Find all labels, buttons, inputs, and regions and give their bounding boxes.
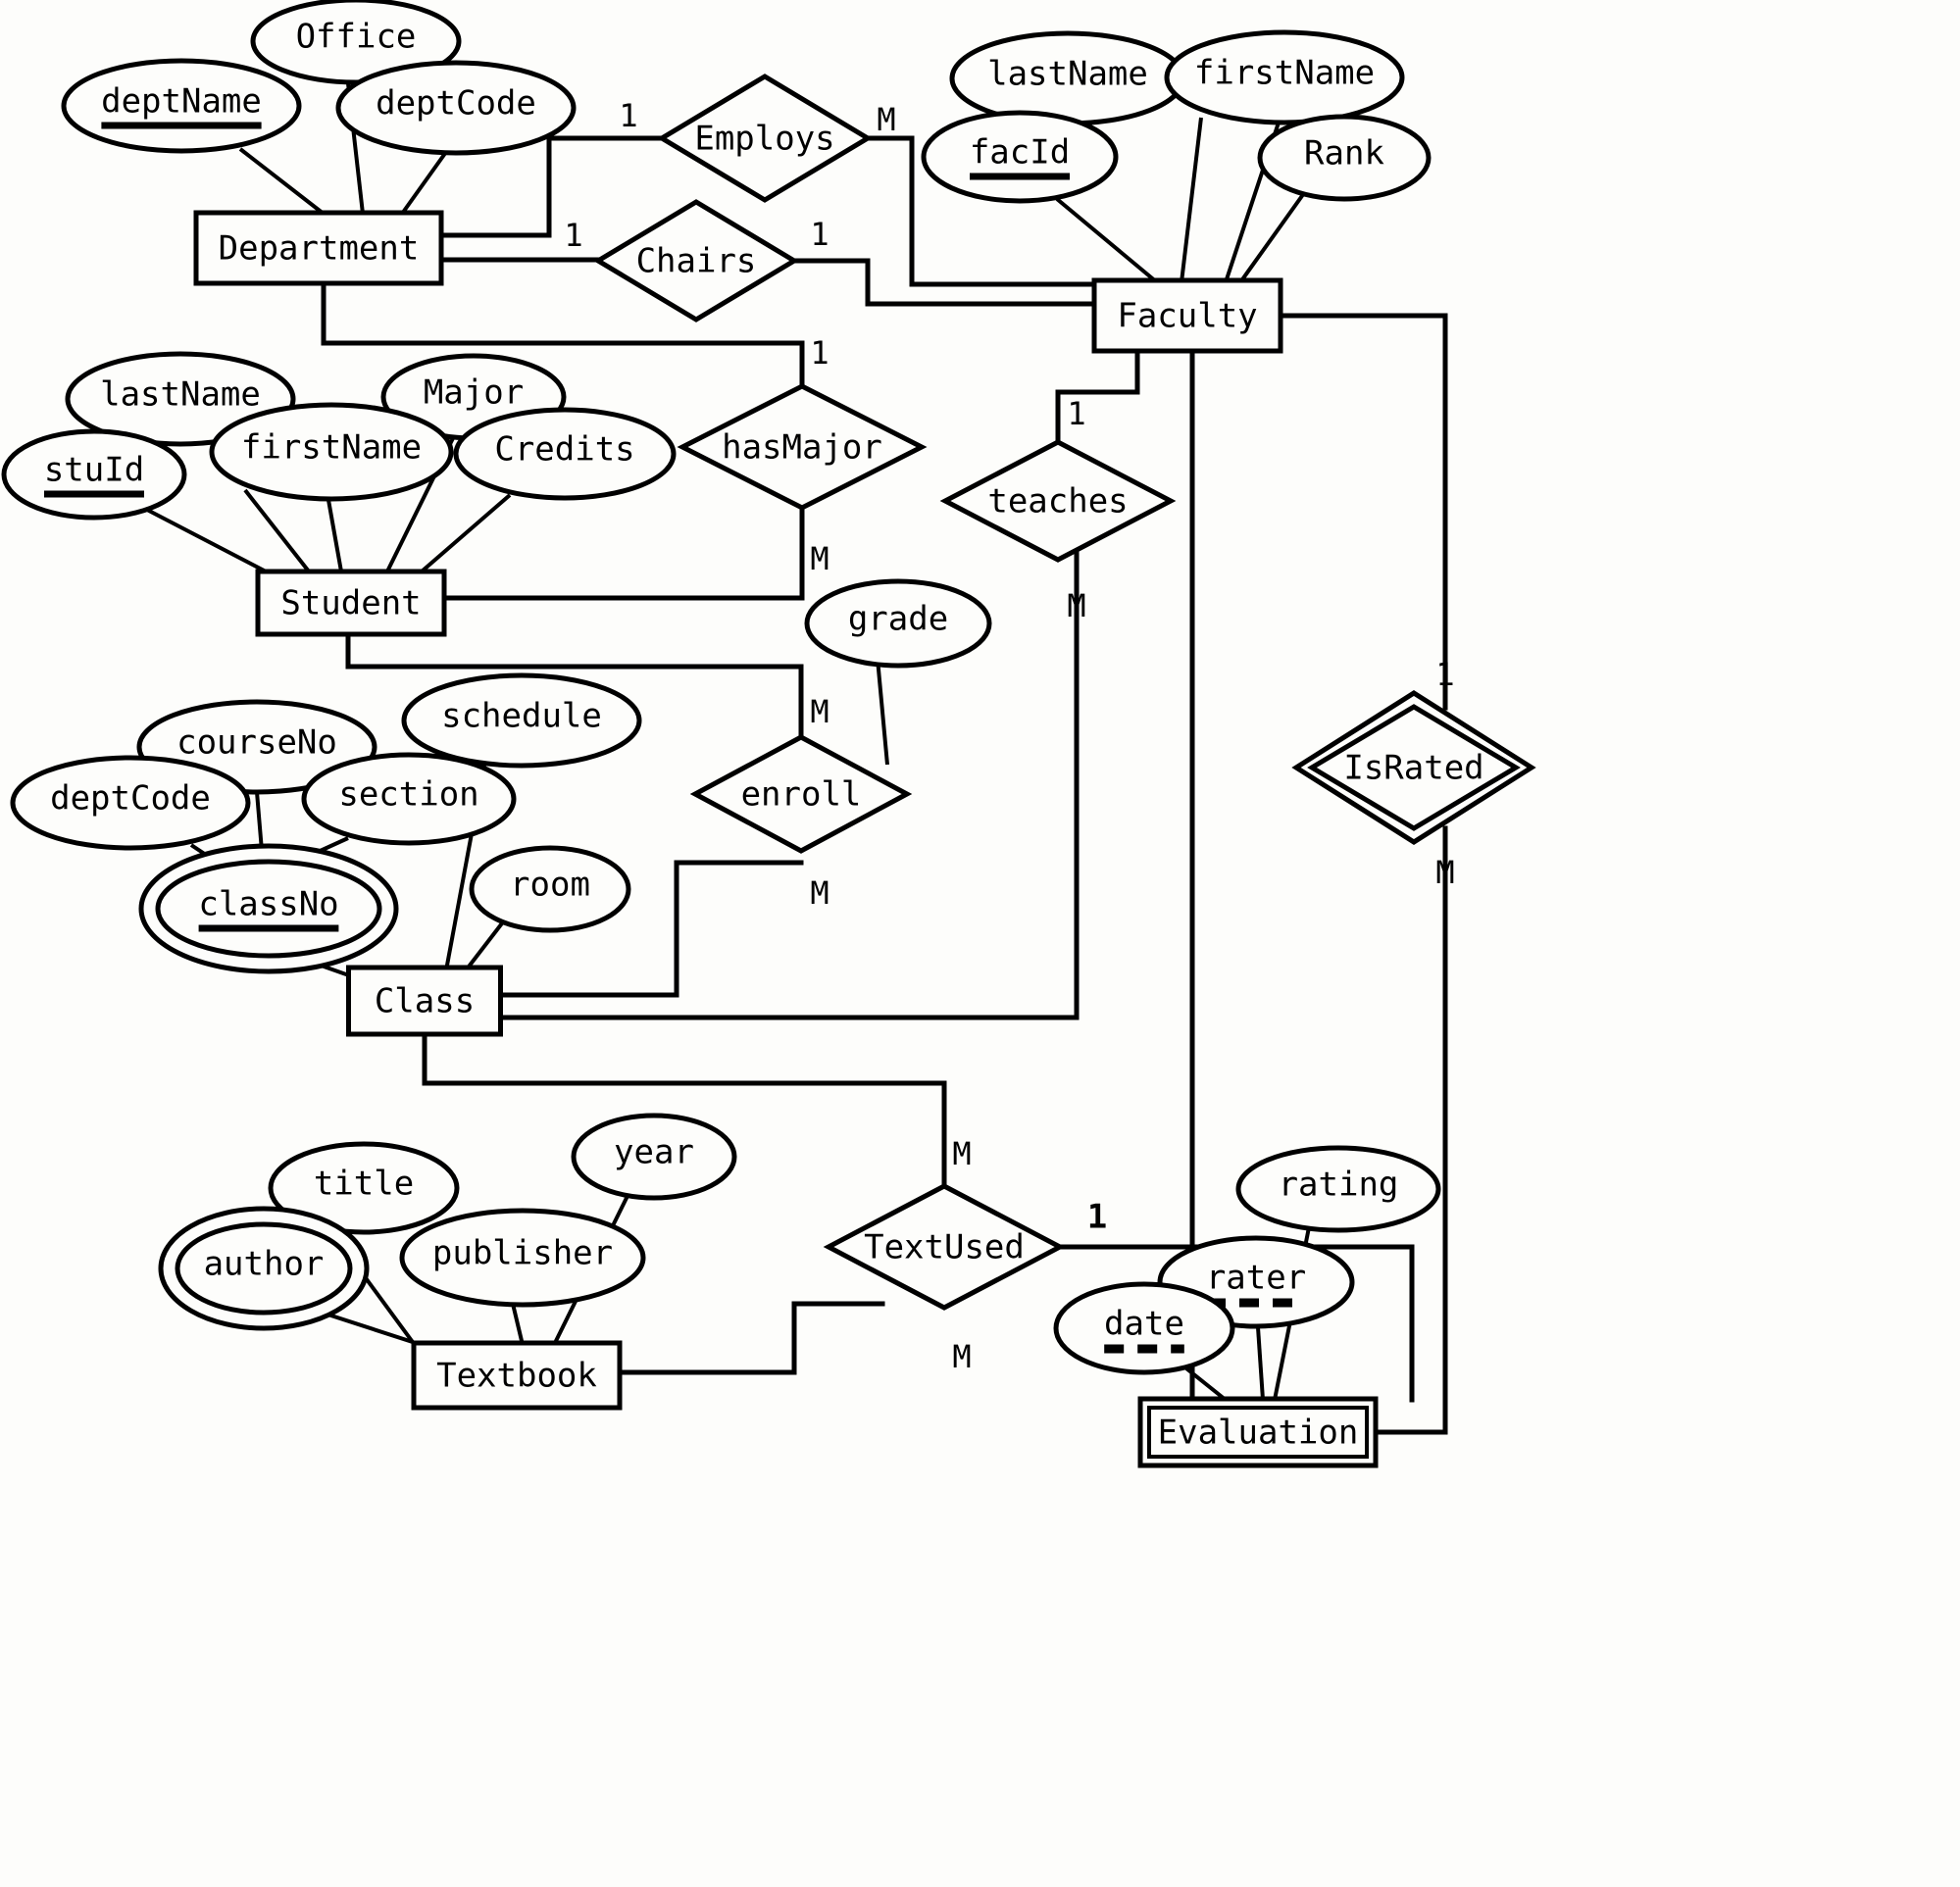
attribute-label: rater	[1206, 1259, 1306, 1298]
attribute-label: date	[1104, 1305, 1184, 1344]
relationship-israted[interactable]: IsRated	[1291, 690, 1536, 845]
relationship-label: enroll	[741, 775, 862, 815]
er-diagram-canvas: Department deptName Office deptCode Faculty l…	[0, 0, 1960, 1887]
cardinality-label: 1	[1067, 395, 1085, 432]
attribute-label: grade	[848, 600, 948, 639]
attribute-label: firstName	[1194, 54, 1375, 93]
entity-label: Textbook	[436, 1357, 597, 1396]
entity-textbook[interactable]: Textbook	[411, 1340, 623, 1411]
relationship-textused[interactable]: TextUsed	[823, 1183, 1066, 1311]
cardinality-label: 1	[619, 97, 637, 134]
attribute-label: lastName	[100, 375, 261, 415]
attribute-label: section	[338, 775, 478, 815]
entity-label: Evaluation	[1158, 1414, 1359, 1453]
relationship-enroll[interactable]: enroll	[689, 734, 913, 854]
cardinality-label: M	[952, 1338, 971, 1375]
attribute-deptName[interactable]: deptName	[61, 58, 302, 154]
cardinality-label: M	[1067, 587, 1085, 624]
entity-label: Class	[375, 982, 475, 1021]
attribute-rating[interactable]: rating	[1235, 1145, 1441, 1233]
attribute-author[interactable]: author	[158, 1206, 370, 1331]
attribute-grade[interactable]: grade	[804, 578, 992, 669]
relationship-employs[interactable]: Employs	[657, 74, 873, 203]
attribute-room[interactable]: room	[469, 845, 631, 933]
attribute-stuId[interactable]: stuId	[1, 428, 187, 521]
entity-label: Department	[219, 229, 420, 269]
attribute-classNo[interactable]: classNo	[138, 843, 399, 974]
er-shapes: Department deptName Office deptCode Faculty l…	[1, 0, 1536, 1468]
attribute-firstName[interactable]: firstName	[209, 402, 454, 502]
relationship-hasmajor[interactable]: hasMajor	[677, 383, 928, 511]
attribute-lastName[interactable]: lastName	[949, 30, 1186, 126]
attribute-label: deptCode	[376, 84, 536, 124]
attribute-facId[interactable]: facId	[921, 110, 1119, 204]
attribute-label: schedule	[441, 697, 602, 736]
attribute-label: firstName	[241, 428, 422, 468]
entity-label: Student	[280, 584, 421, 623]
attribute-year[interactable]: year	[571, 1113, 737, 1201]
cardinality-label: 1	[564, 217, 582, 254]
attribute-firstName[interactable]: firstName	[1164, 29, 1405, 125]
attribute-label: deptCode	[50, 779, 211, 819]
entity-label: Faculty	[1117, 297, 1257, 336]
attribute-label: stuId	[44, 451, 144, 490]
attribute-label: room	[510, 866, 590, 905]
attribute-label: year	[614, 1133, 694, 1172]
entity-faculty[interactable]: Faculty	[1091, 277, 1283, 354]
er-diagram-svg: Department deptName Office deptCode Faculty l…	[1, 0, 1536, 1468]
cardinality-label: M	[810, 693, 829, 730]
attribute-label: facId	[970, 133, 1070, 173]
cardinality-label: M	[877, 101, 895, 138]
attribute-Credits[interactable]: Credits	[453, 407, 677, 501]
entity-department[interactable]: Department	[193, 210, 444, 286]
attribute-label: courseNo	[176, 723, 337, 763]
attribute-label: Office	[296, 18, 417, 57]
relationship-label: TextUsed	[864, 1228, 1025, 1267]
cardinality-label: M	[810, 540, 829, 577]
relationship-label: hasMajor	[722, 428, 882, 468]
attribute-label: author	[204, 1245, 325, 1284]
attribute-schedule[interactable]: schedule	[401, 672, 642, 769]
cardinality-label: M	[1435, 854, 1454, 891]
attribute-section[interactable]: section	[301, 752, 517, 846]
attribute-label: lastName	[987, 55, 1148, 94]
attribute-label: Rank	[1304, 134, 1384, 174]
attribute-label: rating	[1279, 1166, 1399, 1205]
attribute-label: classNo	[198, 885, 338, 924]
entity-student[interactable]: Student	[255, 569, 447, 637]
relationship-chairs[interactable]: Chairs	[593, 199, 799, 323]
cardinality-label: 1	[1087, 1198, 1107, 1237]
relationship-label: Chairs	[636, 242, 757, 281]
cardinality-label: 1	[810, 216, 829, 253]
cardinality-label: M	[952, 1135, 971, 1172]
attribute-Rank[interactable]: Rank	[1257, 114, 1432, 202]
relationship-label: Employs	[694, 120, 834, 159]
entity-evaluation[interactable]: Evaluation	[1137, 1396, 1379, 1468]
attribute-label: deptName	[101, 82, 262, 122]
cardinality-label: 1	[810, 334, 829, 372]
attribute-label: publisher	[432, 1234, 613, 1273]
attribute-label: title	[314, 1165, 414, 1204]
attribute-deptCode[interactable]: deptCode	[335, 60, 577, 156]
attribute-label: Major	[424, 373, 524, 413]
attribute-publisher[interactable]: publisher	[399, 1208, 646, 1308]
attribute-label: Credits	[494, 430, 634, 470]
cardinality-label: 1	[1435, 656, 1454, 693]
attribute-date[interactable]: date	[1053, 1281, 1235, 1375]
attribute-deptCode[interactable]: deptCode	[10, 755, 251, 851]
relationship-label: teaches	[987, 482, 1128, 521]
relationship-label: IsRated	[1343, 749, 1483, 788]
relationship-teaches[interactable]: teaches	[939, 439, 1177, 563]
cardinality-label: M	[810, 874, 829, 912]
entity-class[interactable]: Class	[346, 965, 503, 1037]
